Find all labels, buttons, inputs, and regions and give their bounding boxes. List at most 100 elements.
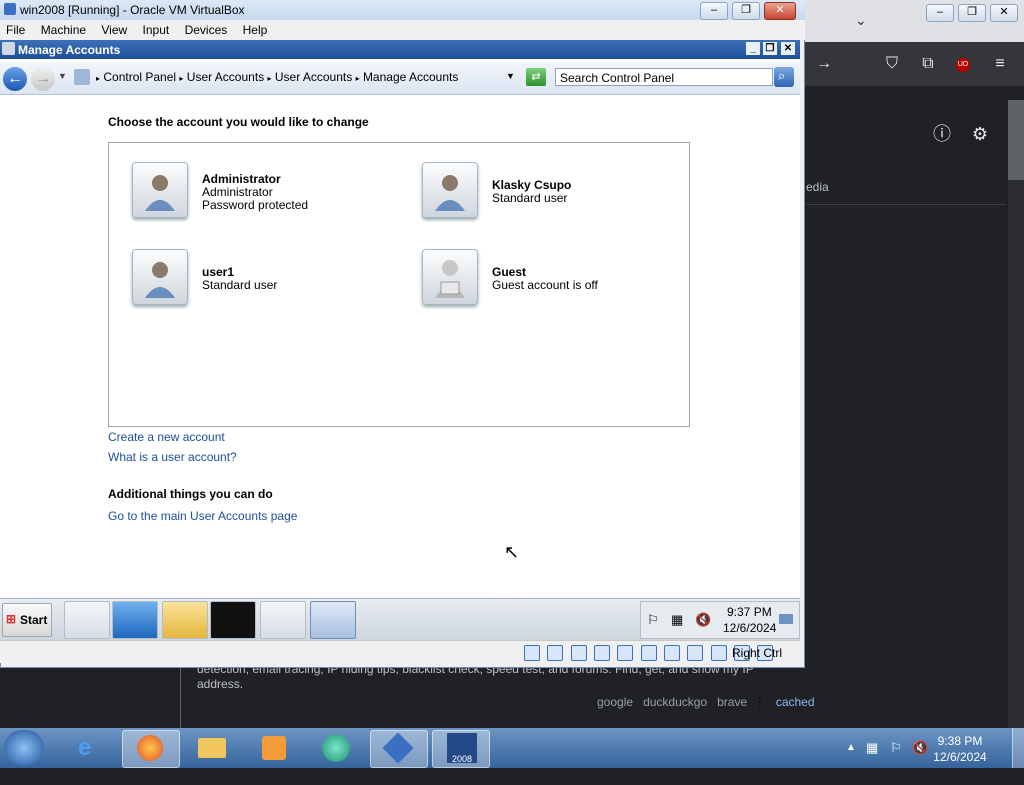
account-klasky-csupo[interactable]: Klasky Csupo Standard user (420, 162, 680, 222)
host-scrollbar-thumb[interactable] (1008, 100, 1024, 180)
restore-button[interactable]: ❐ (763, 42, 777, 55)
vbox-maximize-button[interactable]: ❐ (732, 2, 760, 20)
control-panel-task-icon[interactable] (310, 601, 356, 639)
network-adapter-icon[interactable] (594, 645, 611, 661)
audio-icon[interactable] (570, 645, 587, 661)
search-icon[interactable]: ⌕ (774, 67, 794, 87)
recording-icon[interactable] (687, 645, 704, 661)
breadcrumb-user-accounts[interactable]: User Accounts (187, 70, 264, 84)
show-hidden-icons[interactable]: ▲ (846, 742, 856, 753)
menu-input[interactable]: Input (137, 20, 176, 40)
win2008-vm-icon[interactable]: 2008 (432, 730, 490, 768)
forward-arrow-icon[interactable]: → (812, 52, 836, 76)
guest-avatar-icon (422, 249, 478, 305)
guest-clock-time: 9:37 PM (727, 605, 772, 619)
account-user1[interactable]: user1 Standard user (130, 249, 390, 309)
gear-icon[interactable]: ⚙ (968, 122, 992, 146)
usb-icon[interactable] (617, 645, 634, 661)
page-heading: Choose the account you would like to cha… (108, 115, 369, 129)
internet-explorer-icon[interactable]: e (62, 730, 118, 766)
show-desktop-button[interactable] (1012, 728, 1024, 768)
menu-icon[interactable]: ≡ (988, 52, 1012, 76)
minimize-button[interactable]: _ (746, 42, 760, 55)
vt-x-icon[interactable] (710, 645, 727, 661)
breadcrumb-manage-accounts[interactable]: Manage Accounts (363, 70, 458, 84)
what-is-account-link[interactable]: What is a user account? (108, 450, 237, 464)
create-account-link[interactable]: Create a new account (108, 430, 225, 444)
start-button[interactable]: ⊞ Start (2, 603, 52, 637)
menu-view[interactable]: View (95, 20, 133, 40)
account-name: user1 (202, 265, 235, 279)
info-icon[interactable]: ⓘ (930, 122, 954, 146)
link-google[interactable]: google (597, 695, 633, 709)
user-avatar-icon (132, 162, 188, 218)
flag-icon[interactable]: ⚐ (647, 612, 659, 628)
host-volume-icon[interactable]: 🔇 (912, 740, 928, 756)
window-title: Manage Accounts (18, 43, 121, 57)
host-flag-icon[interactable]: ⚐ (890, 740, 902, 756)
account-administrator[interactable]: Administrator Administrator Password pro… (130, 162, 390, 222)
hard-disk-icon[interactable] (524, 645, 540, 661)
host-close-button[interactable]: ✕ (990, 4, 1018, 22)
vbox-minimize-button[interactable]: – (700, 2, 728, 20)
server-manager-icon[interactable] (64, 601, 110, 639)
menu-file[interactable]: File (0, 20, 31, 40)
divider (806, 204, 1006, 205)
volume-muted-icon[interactable]: 🔇 (695, 612, 711, 628)
virtualbox-menu-bar: File Machine View Input Devices Help (0, 20, 805, 40)
vbox-close-button[interactable]: ✕ (764, 2, 796, 20)
ublock-icon[interactable]: UO (956, 58, 970, 72)
chevron-down-icon[interactable]: ⌄ (855, 12, 867, 29)
link-brave[interactable]: brave (717, 695, 747, 709)
virtualbox-title-bar: win2008 [Running] - Oracle VM VirtualBox… (0, 0, 805, 20)
windows-start-orb[interactable] (4, 730, 44, 766)
refresh-icon[interactable]: ⇄ (526, 68, 546, 86)
explorer-folder-icon[interactable] (184, 730, 240, 766)
host-network-icon[interactable]: ▦ (866, 740, 878, 756)
host-scrollbar[interactable] (1008, 100, 1024, 728)
link-duckduckgo[interactable]: duckduckgo (643, 695, 707, 709)
host-browser-background (800, 0, 1024, 728)
network-icon[interactable]: ▦ (671, 612, 683, 628)
breadcrumb-user-accounts-2[interactable]: User Accounts (275, 70, 352, 84)
optical-drive-icon[interactable] (547, 645, 564, 661)
breadcrumb: ▸ Control Panel ▸ User Accounts ▸ User A… (96, 70, 459, 84)
app-icon[interactable] (308, 730, 364, 766)
search-input[interactable]: Search Control Panel (555, 68, 773, 86)
account-guest[interactable]: Guest Guest account is off (420, 249, 680, 309)
menu-machine[interactable]: Machine (35, 20, 92, 40)
host-clock-date: 12/6/2024 (933, 750, 987, 764)
history-dropdown-icon[interactable]: ▼ (58, 71, 67, 81)
forward-button[interactable]: → (31, 67, 55, 91)
shared-folders-icon[interactable] (640, 645, 657, 661)
admin-tools-icon[interactable] (260, 601, 306, 639)
firefox-icon[interactable] (122, 730, 180, 768)
host-toolbar: → ⛉ ⧉ UO ≡ (800, 42, 1024, 86)
host-minimize-button[interactable]: – (926, 4, 954, 22)
extensions-icon[interactable]: ⧉ (916, 52, 940, 76)
display-icon[interactable] (664, 645, 681, 661)
virtualbox-taskbar-icon[interactable] (370, 730, 428, 768)
guest-system-tray: ⚐ ▦ 🔇 9:37 PM 12/6/2024 (640, 601, 800, 639)
host-clock[interactable]: 9:38 PM 12/6/2024 (930, 733, 990, 765)
menu-devices[interactable]: Devices (179, 20, 234, 40)
media-player-icon[interactable] (246, 730, 302, 766)
user-accounts-icon (2, 42, 15, 55)
account-type: Standard user (202, 278, 278, 292)
main-user-accounts-link[interactable]: Go to the main User Accounts page (108, 509, 297, 523)
explorer-icon[interactable] (162, 601, 208, 639)
menu-help[interactable]: Help (237, 20, 274, 40)
back-button[interactable]: ← (3, 67, 27, 91)
link-cached[interactable]: cached (776, 695, 815, 709)
address-dropdown-icon[interactable]: ▼ (506, 71, 515, 81)
pocket-icon[interactable]: ⛉ (880, 52, 904, 76)
account-status: Password protected (202, 198, 309, 212)
breadcrumb-control-panel[interactable]: Control Panel (103, 70, 176, 84)
show-desktop-icon[interactable] (779, 614, 793, 624)
host-clock-time: 9:38 PM (937, 734, 983, 748)
host-maximize-button[interactable]: ❐ (958, 4, 986, 22)
close-button[interactable]: ✕ (781, 42, 795, 55)
manage-accounts-title-bar: Manage Accounts _ ❐ ✕ (0, 40, 800, 59)
command-prompt-icon[interactable] (210, 601, 256, 639)
powershell-icon[interactable] (112, 601, 158, 639)
